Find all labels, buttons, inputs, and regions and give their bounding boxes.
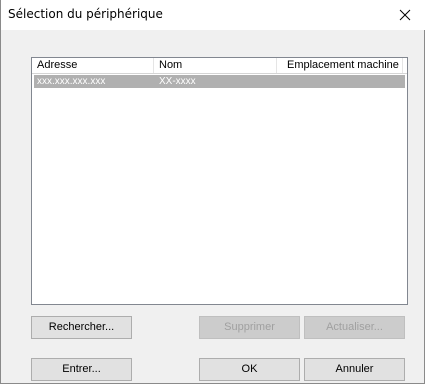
cell-adresse: xxx.xxx.xxx.xxx (37, 76, 106, 87)
close-icon (399, 9, 411, 21)
title-bar: Sélection du périphérique (1, 0, 425, 30)
column-header-emplacement[interactable]: Emplacement machine (277, 58, 403, 73)
cancel-button[interactable]: Annuler (304, 358, 405, 381)
device-list[interactable]: Adresse Nom Emplacement machine xxx.xxx.… (31, 57, 408, 305)
enter-button[interactable]: Entrer... (31, 358, 132, 381)
search-button[interactable]: Rechercher... (31, 316, 132, 339)
ok-button[interactable]: OK (199, 358, 300, 381)
refresh-button[interactable]: Actualiser... (304, 316, 405, 339)
delete-button[interactable]: Supprimer (199, 316, 300, 339)
close-button[interactable] (385, 0, 425, 30)
cell-nom: XX-xxxx (159, 76, 196, 87)
column-header-nom[interactable]: Nom (154, 58, 277, 73)
device-selection-dialog: Sélection du périphérique Adresse Nom Em… (0, 0, 425, 384)
column-header-adresse[interactable]: Adresse (32, 58, 154, 73)
list-header: Adresse Nom Emplacement machine (32, 58, 407, 74)
table-row[interactable]: xxx.xxx.xxx.xxx XX-xxxx (34, 75, 405, 88)
window-title: Sélection du périphérique (8, 7, 163, 21)
